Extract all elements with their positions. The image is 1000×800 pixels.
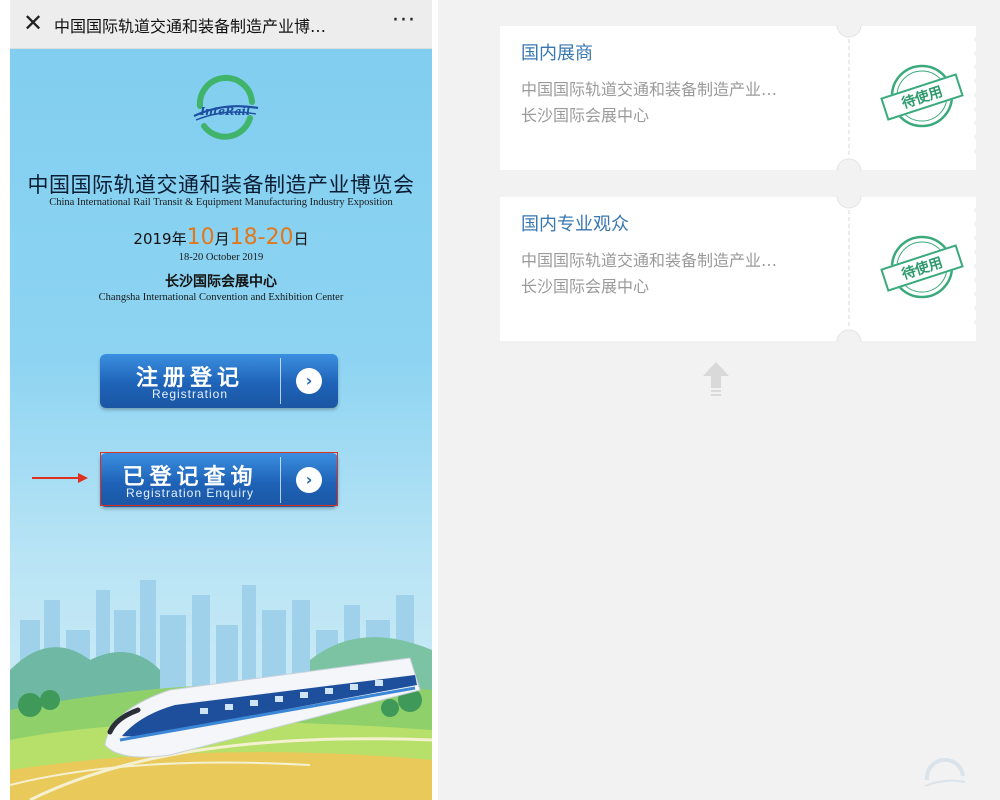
scroll-to-top-icon[interactable] xyxy=(703,362,729,398)
highlight-frame xyxy=(100,452,338,506)
expo-title-en: China International Rail Transit & Equip… xyxy=(49,197,393,208)
close-icon[interactable]: ✕ xyxy=(22,10,44,36)
ticket-card[interactable]: 国内展商 中国国际轨道交通和装备制造产业… 长沙国际会展中心 待使用 xyxy=(499,25,977,171)
registration-page: ✕ 中国国际轨道交通和装备制造产业博… ··· InteRail 中国国际轨道交… xyxy=(10,0,432,800)
logo-text: InteRail xyxy=(199,105,251,118)
date-days: 18-20 xyxy=(229,225,294,250)
expo-date-en: 18-20 October 2019 xyxy=(178,252,264,263)
date-day-suffix: 日 xyxy=(293,230,309,248)
registration-label-en: Registration xyxy=(151,387,229,401)
registration-button[interactable]: 注册登记 Registration › xyxy=(100,354,338,408)
ticket-event: 中国国际轨道交通和装备制造产业… xyxy=(521,251,778,270)
expo-date-cn: 2019年10月18-20日 xyxy=(10,225,432,250)
date-month-suffix: 月 xyxy=(214,230,230,248)
venue-en: Changsha International Convention and Ex… xyxy=(98,292,344,303)
ticket-list-page: 国内展商 中国国际轨道交通和装备制造产业… 长沙国际会展中心 待使用 国内专业观… xyxy=(438,0,1000,800)
button-divider xyxy=(280,358,281,404)
train-city-illustration xyxy=(10,540,432,800)
ticket-title: 国内展商 xyxy=(521,43,593,64)
chevron-right-icon: › xyxy=(296,368,322,394)
ticket-venue: 长沙国际会展中心 xyxy=(521,106,650,125)
ticket-event: 中国国际轨道交通和装备制造产业… xyxy=(521,80,778,99)
red-pointer-arrow xyxy=(32,477,82,479)
watermark-logo-icon xyxy=(924,758,966,787)
page-title: 中国国际轨道交通和装备制造产业博… xyxy=(54,17,327,36)
expo-title-cn: 中国国际轨道交通和装备制造产业博览会 xyxy=(27,173,415,197)
ticket-title: 国内专业观众 xyxy=(521,214,629,235)
ticket-venue: 长沙国际会展中心 xyxy=(521,277,650,296)
more-dots-icon[interactable]: ··· xyxy=(392,8,416,33)
top-bar: ✕ 中国国际轨道交通和装备制造产业博… ··· xyxy=(10,0,432,49)
red-pointer-arrow-head xyxy=(78,473,88,483)
venue-cn: 长沙国际会展中心 xyxy=(165,274,277,290)
date-year: 2019年 xyxy=(133,230,187,248)
date-month: 10 xyxy=(186,225,215,250)
ticket-card[interactable]: 国内专业观众 中国国际轨道交通和装备制造产业… 长沙国际会展中心 待使用 xyxy=(499,196,977,342)
interail-logo: InteRail xyxy=(186,72,264,150)
